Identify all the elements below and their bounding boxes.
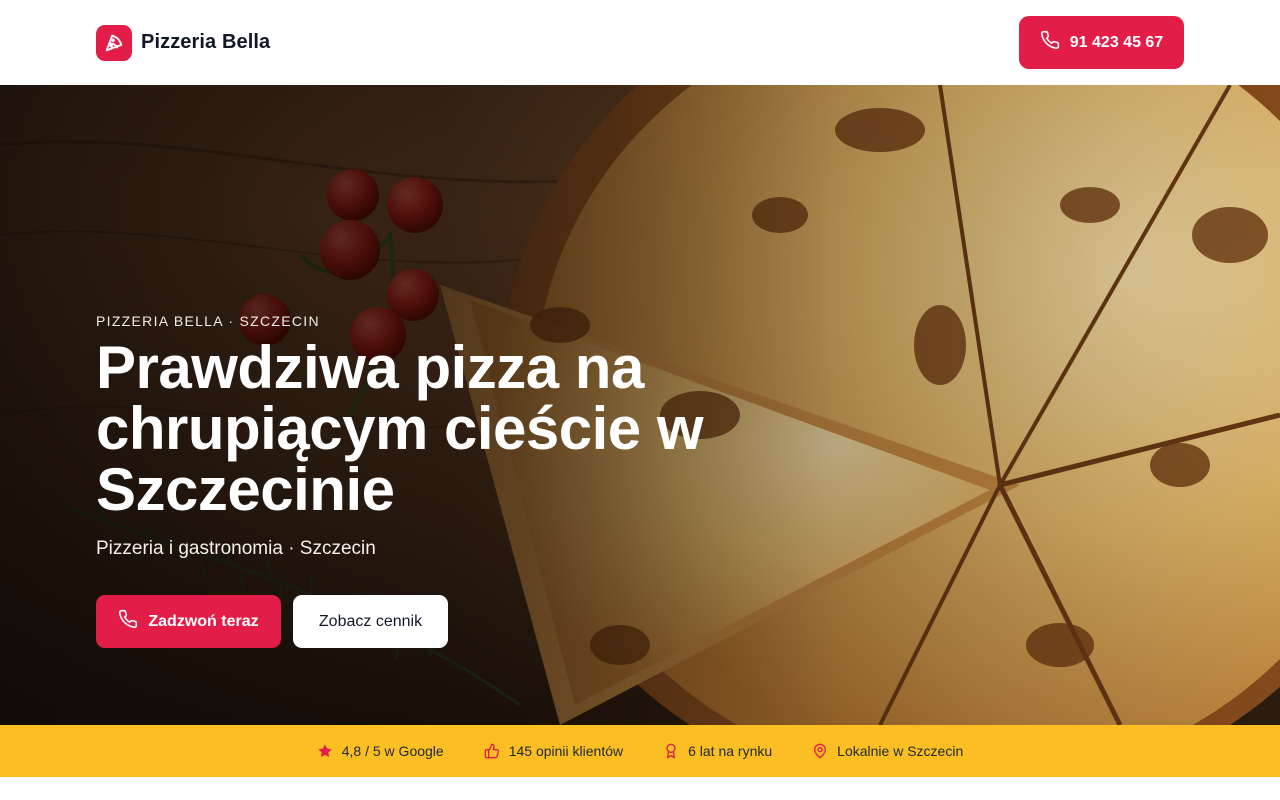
header-phone-button[interactable]: 91 423 45 67 [1019,16,1184,69]
map-pin-icon [812,743,828,759]
hero-section: PIZZERIA BELLA · SZCZECIN Prawdziwa pizz… [0,85,1280,725]
brand[interactable]: Pizzeria Bella [96,24,271,61]
hero-title: Prawdziwa pizza na chrupiącym cieście w … [96,334,704,523]
hero-cta-row: Zadzwoń teraz Zobacz cennik [96,595,816,648]
stat-rating: 4,8 / 5 w Google [317,743,444,759]
brand-name: Pizzeria Bella [141,31,271,53]
see-price-list-button[interactable]: Zobacz cennik [293,595,448,648]
call-now-label: Zadzwoń teraz [148,612,259,630]
stats-bar: 4,8 / 5 w Google 145 opinii klientów 6 l… [0,725,1280,777]
award-icon [663,743,679,759]
hero-eyebrow: PIZZERIA BELLA · SZCZECIN [96,313,320,329]
header-phone-label: 91 423 45 67 [1069,33,1164,51]
phone-icon [118,609,138,634]
site-header: Pizzeria Bella 91 423 45 67 [0,0,1280,85]
next-section [0,777,1280,800]
stat-label: 145 opinii klientów [508,743,624,759]
stat-years: 6 lat na rynku [663,743,772,759]
hero-subtitle: Pizzeria i gastronomia · Szczecin [96,538,376,559]
call-now-button[interactable]: Zadzwoń teraz [96,595,281,648]
stat-label: 6 lat na rynku [688,743,773,759]
stat-label: 4,8 / 5 w Google [341,743,444,759]
star-icon [317,743,333,759]
phone-icon [1040,30,1060,55]
hero-content: PIZZERIA BELLA · SZCZECIN Prawdziwa pizz… [96,313,816,648]
pizza-slice-icon [96,24,132,61]
thumbs-up-icon [484,743,500,759]
stat-location: Lokalnie w Szczecin [812,743,963,759]
stat-reviews: 145 opinii klientów [484,743,623,759]
stat-label: Lokalnie w Szczecin [837,743,964,759]
